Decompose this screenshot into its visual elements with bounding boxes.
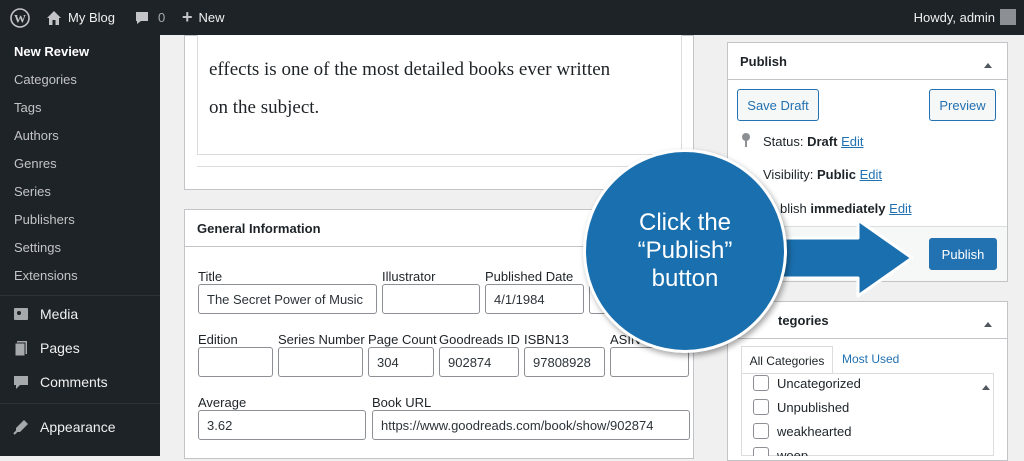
menu-label-comments: Comments bbox=[40, 374, 108, 390]
book-url-input[interactable]: https://www.goodreads.com/book/show/9028… bbox=[372, 410, 690, 440]
published-date-label: Published Date bbox=[485, 269, 574, 284]
comments-count: 0 bbox=[158, 10, 166, 25]
wordpress-logo-icon[interactable]: W bbox=[10, 0, 30, 35]
category-item-partial: woep bbox=[741, 447, 994, 456]
howdy-text: Howdy, admin bbox=[913, 10, 995, 25]
menu-label-media: Media bbox=[40, 306, 79, 322]
submenu-extensions[interactable]: Extensions bbox=[0, 261, 160, 289]
category-checkbox[interactable] bbox=[753, 375, 769, 391]
publish-button[interactable]: Publish bbox=[929, 238, 997, 270]
plus-icon: + bbox=[182, 7, 193, 27]
site-name: My Blog bbox=[68, 10, 115, 25]
title-input[interactable]: The Secret Power of Music bbox=[198, 284, 377, 314]
page-count-label: Page Count bbox=[368, 332, 437, 347]
isbn13-input[interactable]: 97808928 bbox=[524, 347, 605, 377]
collapse-arrow-icon[interactable] bbox=[983, 316, 993, 331]
save-draft-button[interactable]: Save Draft bbox=[737, 89, 819, 121]
category-checkbox[interactable] bbox=[753, 447, 769, 456]
tab-all-categories[interactable]: All Categories bbox=[741, 346, 833, 374]
edition-input[interactable] bbox=[198, 347, 273, 377]
submenu-publishers[interactable]: Publishers bbox=[0, 205, 160, 233]
callout-text-line: Click the bbox=[638, 209, 732, 236]
illustrator-label: Illustrator bbox=[382, 269, 436, 284]
illustrator-input[interactable] bbox=[382, 284, 480, 314]
title-label: Title bbox=[198, 269, 223, 284]
category-label: weakhearted bbox=[777, 423, 852, 439]
average-label: Average bbox=[198, 395, 247, 410]
svg-text:W: W bbox=[14, 11, 26, 25]
menu-item-media[interactable]: Media bbox=[0, 297, 160, 331]
menu-divider bbox=[0, 403, 160, 404]
editor-content-area[interactable]: effects is one of the most detailed book… bbox=[197, 35, 682, 155]
submenu-series[interactable]: Series bbox=[0, 177, 160, 205]
submenu-new-review[interactable]: New Review bbox=[0, 37, 160, 65]
menu-item-pages[interactable]: Pages bbox=[0, 331, 160, 365]
menu-divider bbox=[0, 295, 160, 296]
menu-label-appearance: Appearance bbox=[40, 419, 116, 435]
callout-text-line: “Publish” bbox=[637, 237, 733, 264]
category-label: Uncategorized bbox=[777, 375, 861, 391]
category-checkbox[interactable] bbox=[753, 423, 769, 439]
category-checkbox[interactable] bbox=[753, 399, 769, 415]
series-number-label: Series Number bbox=[278, 332, 365, 347]
preview-button[interactable]: Preview bbox=[929, 89, 996, 121]
publish-header: Publish bbox=[728, 43, 1007, 80]
isbn13-label: ISBN13 bbox=[524, 332, 569, 347]
category-label: woep bbox=[777, 447, 809, 457]
page-count-input[interactable]: 304 bbox=[368, 347, 434, 377]
home-icon bbox=[46, 10, 62, 26]
goodreads-id-label: Goodreads ID bbox=[439, 332, 520, 347]
comment-bubble-icon bbox=[134, 10, 150, 26]
editor-text-line: on the subject. bbox=[209, 97, 320, 118]
admin-bar: W My Blog 0 + New Howdy, admin bbox=[0, 0, 1024, 35]
series-number-input[interactable] bbox=[278, 347, 363, 377]
submenu-settings[interactable]: Settings bbox=[0, 233, 160, 261]
pages-icon bbox=[12, 339, 30, 357]
media-icon bbox=[12, 305, 30, 323]
average-input[interactable]: 3.62 bbox=[198, 410, 366, 440]
submenu-categories[interactable]: Categories bbox=[0, 65, 160, 93]
submenu-authors[interactable]: Authors bbox=[0, 121, 160, 149]
admin-sidebar: New Review Categories Tags Authors Genre… bbox=[0, 35, 160, 456]
category-item[interactable]: weakhearted bbox=[753, 423, 851, 439]
callout-text-line: button bbox=[651, 265, 719, 292]
appearance-icon bbox=[12, 418, 30, 436]
category-item[interactable]: Uncategorized bbox=[753, 375, 861, 391]
comments-icon bbox=[12, 373, 30, 391]
new-content-link[interactable]: + New bbox=[182, 0, 225, 35]
book-url-label: Book URL bbox=[372, 395, 432, 410]
callout-bubble: Click the “Publish” button bbox=[583, 149, 787, 353]
menu-label-pages: Pages bbox=[40, 340, 80, 356]
goodreads-id-input[interactable]: 902874 bbox=[439, 347, 519, 377]
avatar[interactable] bbox=[1000, 9, 1016, 25]
comments-link[interactable]: 0 bbox=[134, 0, 165, 35]
submenu-genres[interactable]: Genres bbox=[0, 149, 160, 177]
edition-label: Edition bbox=[198, 332, 238, 347]
collapse-arrow-icon[interactable] bbox=[983, 57, 993, 72]
category-label: Unpublished bbox=[777, 399, 850, 415]
menu-item-appearance[interactable]: Appearance bbox=[0, 410, 160, 444]
panel-title: General Information bbox=[197, 220, 321, 236]
new-label: New bbox=[198, 10, 225, 25]
publish-title: Publish bbox=[740, 53, 787, 69]
submenu-tags[interactable]: Tags bbox=[0, 93, 160, 121]
category-item[interactable]: Unpublished bbox=[753, 399, 849, 415]
howdy-account-link[interactable]: Howdy, admin bbox=[914, 0, 995, 35]
scroll-up-arrow-icon[interactable] bbox=[982, 378, 990, 393]
tab-most-used[interactable]: Most Used bbox=[842, 352, 899, 366]
site-name-link[interactable]: My Blog bbox=[46, 0, 115, 35]
editor-text-line: effects is one of the most detailed book… bbox=[209, 59, 611, 80]
menu-item-comments[interactable]: Comments bbox=[0, 365, 160, 399]
